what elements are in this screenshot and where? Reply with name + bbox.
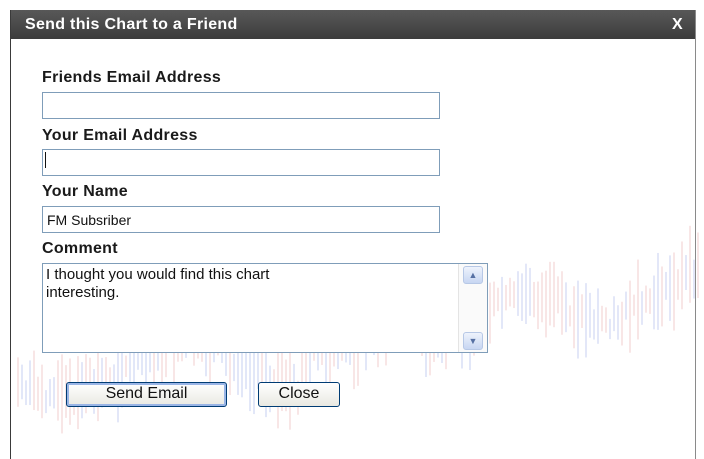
comment-box: I thought you would find this chart inte… xyxy=(42,263,488,353)
your-email-field[interactable] xyxy=(42,149,440,176)
your-name-field[interactable] xyxy=(42,206,440,233)
friends-email-label: Friends Email Address xyxy=(42,69,222,86)
send-email-button[interactable]: Send Email xyxy=(66,382,227,407)
comment-scrollbar[interactable]: ▲ ▼ xyxy=(458,264,487,352)
text-cursor xyxy=(45,152,46,168)
your-email-label: Your Email Address xyxy=(42,127,198,144)
friends-email-field[interactable] xyxy=(42,92,440,119)
dialog-titlebar[interactable]: Send this Chart to a Friend X xyxy=(11,10,695,39)
your-name-label: Your Name xyxy=(42,183,128,200)
scroll-down-arrow-icon[interactable]: ▼ xyxy=(463,332,483,350)
comment-field[interactable]: I thought you would find this chart inte… xyxy=(43,264,457,352)
send-chart-dialog: Send this Chart to a Friend X Friends Em… xyxy=(10,10,696,459)
comment-label: Comment xyxy=(42,240,118,257)
close-button[interactable]: Close xyxy=(258,382,340,407)
dialog-close-icon[interactable]: X xyxy=(672,16,683,34)
scroll-up-arrow-icon[interactable]: ▲ xyxy=(463,266,483,284)
dialog-title: Send this Chart to a Friend xyxy=(25,16,238,33)
